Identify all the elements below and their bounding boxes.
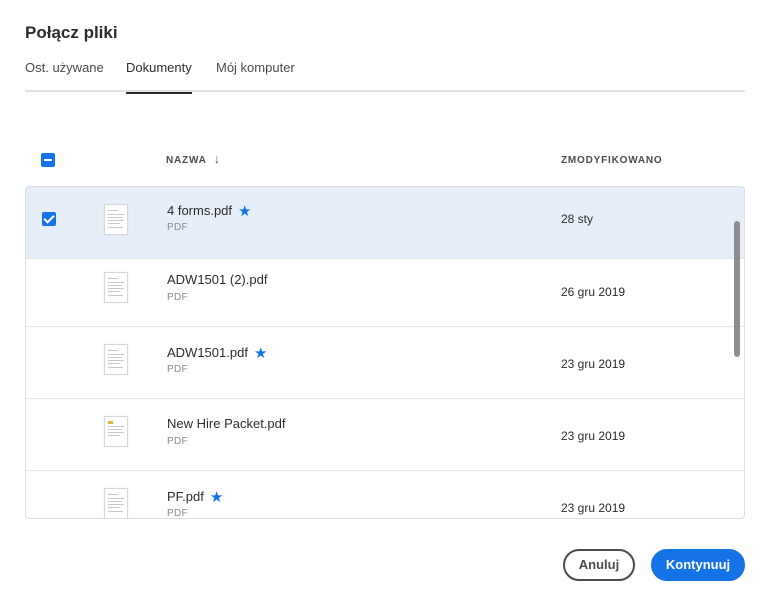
tab-recent[interactable]: Ost. używane xyxy=(25,60,104,92)
star-icon[interactable]: ★ xyxy=(210,489,223,506)
file-modified-date: 23 gru 2019 xyxy=(561,357,626,371)
file-name: New Hire Packet.pdf xyxy=(167,416,286,431)
dialog-title: Połącz pliki xyxy=(25,23,118,42)
pdf-thumbnail-icon xyxy=(104,272,128,303)
tab-my-computer[interactable]: Mój komputer xyxy=(216,60,295,92)
file-type: PDF xyxy=(167,292,188,303)
file-name-text: ADW1501.pdf xyxy=(167,345,248,360)
file-modified-date: 26 gru 2019 xyxy=(561,285,626,299)
column-header-name[interactable]: NAZWA xyxy=(166,155,207,166)
file-row[interactable]: ADW1501.pdf ★ PDF 23 gru 2019 xyxy=(26,327,744,399)
file-type: PDF xyxy=(167,222,188,233)
file-row[interactable]: 4 forms.pdf ★ PDF 28 sty xyxy=(26,187,744,259)
file-name-text: New Hire Packet.pdf xyxy=(167,416,286,431)
file-name: ADW1501.pdf ★ xyxy=(167,344,267,362)
pdf-thumbnail-icon xyxy=(104,416,128,447)
tab-documents[interactable]: Dokumenty xyxy=(126,60,192,94)
star-icon[interactable]: ★ xyxy=(238,203,251,220)
file-name-text: 4 forms.pdf xyxy=(167,203,233,218)
file-row[interactable]: PF.pdf ★ PDF 23 gru 2019 xyxy=(26,471,744,519)
table-header: NAZWA ↓ ZMODYFIKOWANO xyxy=(25,140,745,180)
file-modified-date: 23 gru 2019 xyxy=(561,501,626,515)
star-icon[interactable]: ★ xyxy=(254,345,267,362)
row-checkbox[interactable] xyxy=(42,212,56,226)
file-type: PDF xyxy=(167,364,188,375)
file-name-text: PF.pdf xyxy=(167,489,204,504)
file-modified-date: 28 sty xyxy=(561,212,594,226)
list-scrollbar[interactable] xyxy=(734,221,740,357)
column-header-modified[interactable]: ZMODYFIKOWANO xyxy=(561,155,663,166)
file-type: PDF xyxy=(167,436,188,447)
file-name: ADW1501 (2).pdf xyxy=(167,272,267,287)
continue-button[interactable]: Kontynuuj xyxy=(651,549,745,581)
pdf-thumbnail-icon xyxy=(104,488,128,518)
pdf-thumbnail-icon xyxy=(104,344,128,375)
file-modified-date: 23 gru 2019 xyxy=(561,429,626,443)
file-row[interactable]: New Hire Packet.pdf PDF 23 gru 2019 xyxy=(26,399,744,471)
file-row[interactable]: ADW1501 (2).pdf PDF 26 gru 2019 xyxy=(26,255,744,327)
select-all-checkbox[interactable] xyxy=(41,153,55,167)
file-name: PF.pdf ★ xyxy=(167,488,223,506)
file-type: PDF xyxy=(167,508,188,519)
sort-descending-icon[interactable]: ↓ xyxy=(214,152,220,166)
file-name-text: ADW1501 (2).pdf xyxy=(167,272,268,287)
file-name: 4 forms.pdf ★ xyxy=(167,202,251,220)
cancel-button[interactable]: Anuluj xyxy=(563,549,635,581)
file-list[interactable]: 4 forms.pdf ★ PDF 28 sty ADW1501 (2).pdf … xyxy=(25,186,745,519)
pdf-thumbnail-icon xyxy=(104,204,128,235)
tab-bar: Ost. używane Dokumenty Mój komputer xyxy=(25,60,745,94)
